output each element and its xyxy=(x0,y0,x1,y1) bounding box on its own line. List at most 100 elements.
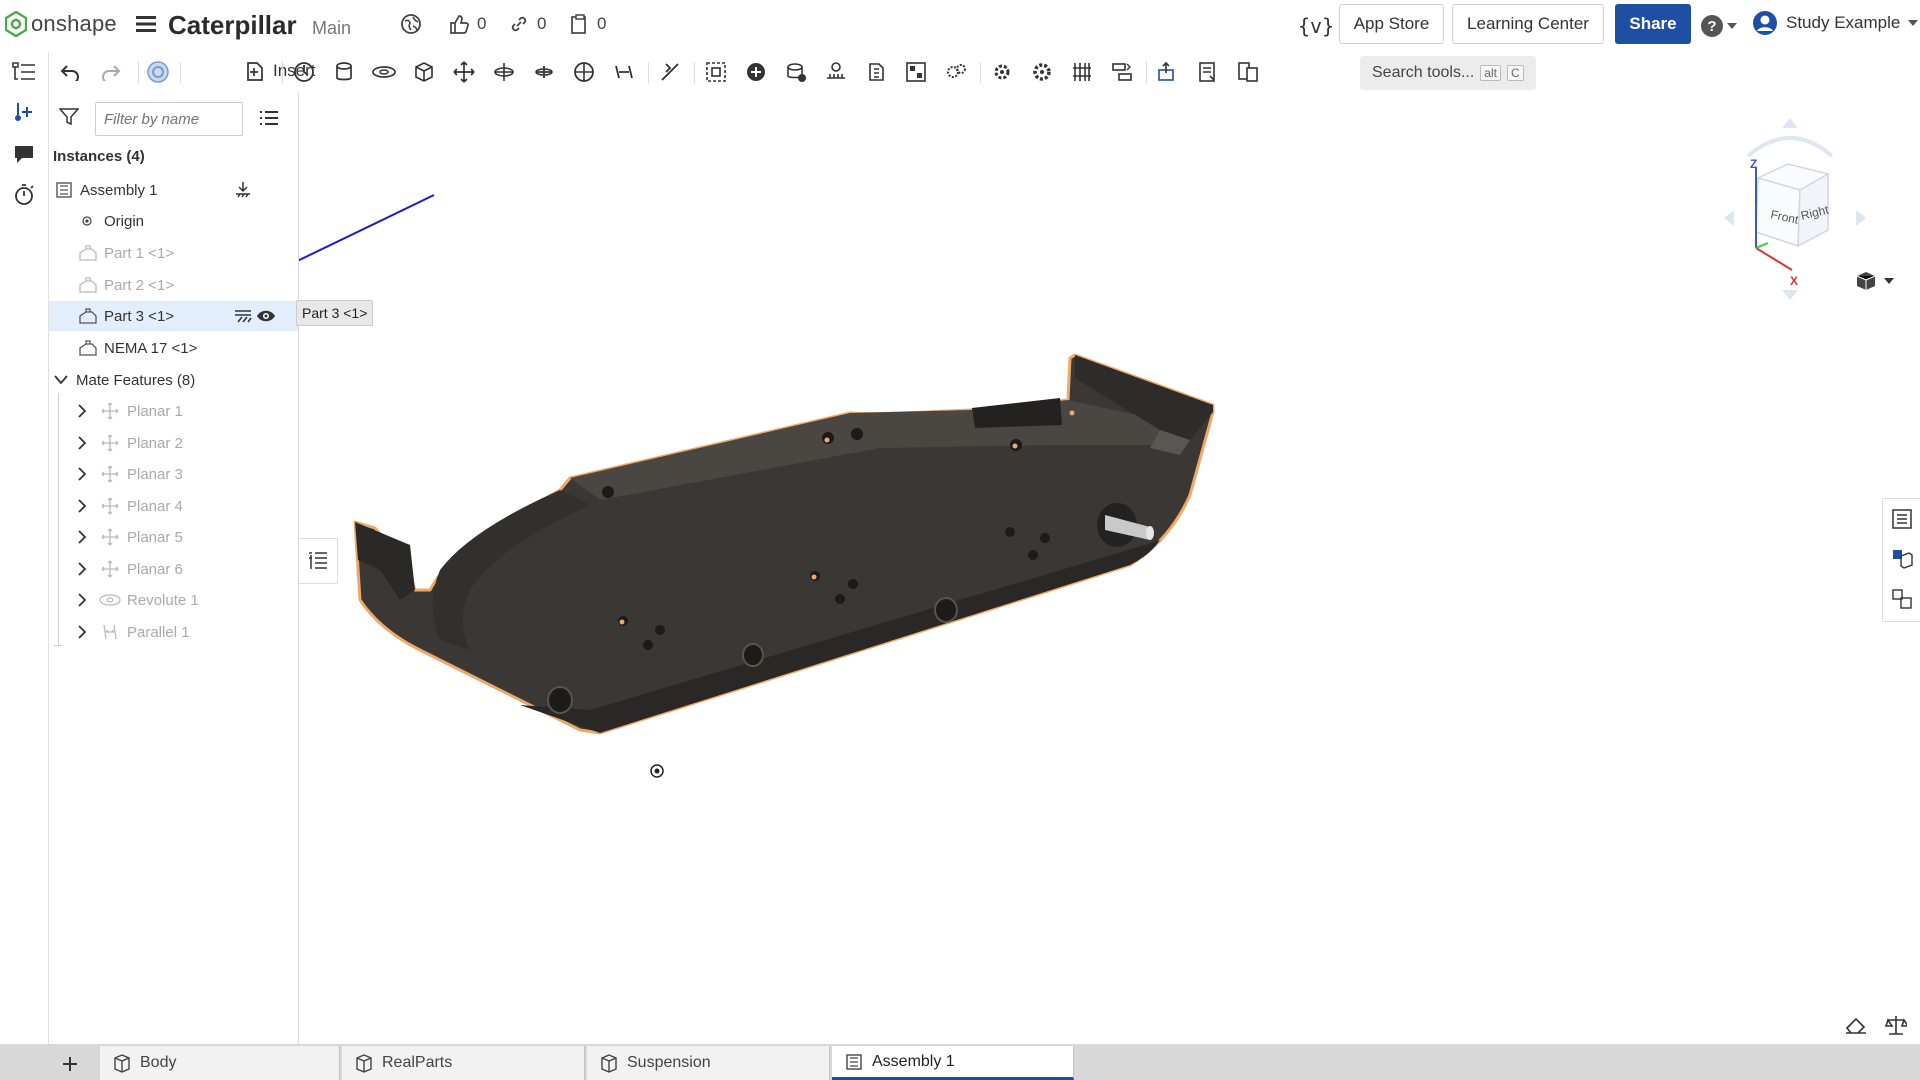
group-icon[interactable] xyxy=(700,56,732,88)
history-stopwatch-icon[interactable] xyxy=(10,180,38,208)
part-3d-model[interactable] xyxy=(299,92,1920,1044)
mate-row[interactable]: Planar 4 xyxy=(49,491,298,521)
instances-panel-icon[interactable] xyxy=(10,98,38,126)
tab-realparts[interactable]: RealParts xyxy=(342,1046,585,1080)
undo-icon[interactable] xyxy=(54,56,86,88)
chevron-right-icon[interactable] xyxy=(77,436,87,450)
list-view-icon[interactable] xyxy=(259,110,279,126)
view-cube-arrow-left-icon[interactable] xyxy=(1724,210,1734,226)
search-tools-button[interactable]: Search tools... alt C xyxy=(1360,56,1536,90)
assembly-row[interactable]: Assembly 1 xyxy=(49,175,298,205)
cylindrical-mate-icon[interactable] xyxy=(488,56,520,88)
appearance-panel-icon[interactable] xyxy=(1890,547,1914,571)
copies[interactable]: 0 xyxy=(568,13,606,35)
chevron-right-icon[interactable] xyxy=(77,625,87,639)
hamburger-menu-icon[interactable] xyxy=(136,15,156,33)
chevron-right-icon[interactable] xyxy=(77,593,87,607)
add-tab-button[interactable] xyxy=(54,1050,86,1078)
mate-row[interactable]: Planar 2 xyxy=(49,428,298,458)
balance-scale-icon[interactable] xyxy=(1885,1014,1907,1036)
mate-row[interactable]: Planar 3 xyxy=(49,459,298,489)
bill-of-materials-icon[interactable] xyxy=(1232,56,1264,88)
tab-body[interactable]: Body xyxy=(100,1046,340,1080)
slider-mate-icon[interactable] xyxy=(408,56,440,88)
render-mode-icon[interactable] xyxy=(142,56,174,88)
onshape-logo[interactable]: onshape xyxy=(5,11,117,37)
revolute-mate-icon[interactable] xyxy=(368,56,400,88)
app-store-button[interactable]: App Store xyxy=(1339,4,1444,44)
likes[interactable]: 0 xyxy=(448,13,486,35)
filter-icon[interactable] xyxy=(59,108,79,126)
gear-icon[interactable] xyxy=(940,56,972,88)
view-cube-arrow-down-icon[interactable] xyxy=(1782,290,1798,300)
pin-slot-mate-icon[interactable] xyxy=(528,56,560,88)
tab-assembly-1[interactable]: Assembly 1 xyxy=(832,1046,1074,1080)
chevron-right-icon[interactable] xyxy=(77,467,87,481)
variables-icon[interactable]: {v} xyxy=(1298,14,1334,38)
help-menu[interactable]: ? xyxy=(1700,14,1737,38)
visibility-eye-icon[interactable] xyxy=(256,309,276,323)
mate-connector-icon[interactable] xyxy=(288,56,320,88)
document-title[interactable]: Caterpillar xyxy=(168,10,297,41)
instance-row-part-2[interactable]: Part 2 <1> xyxy=(49,270,298,300)
copies-count: 0 xyxy=(597,14,607,33)
filter-input[interactable] xyxy=(95,102,243,136)
parallel-mate-icon[interactable] xyxy=(608,56,640,88)
instance-row-part-1[interactable]: Part 1 <1> xyxy=(49,238,298,268)
eraser-icon[interactable] xyxy=(1844,1015,1868,1035)
tangent-mate-icon[interactable] xyxy=(654,56,686,88)
mate-values-panel-icon[interactable] xyxy=(1890,587,1914,611)
view-cube-arrow-up-icon[interactable] xyxy=(1782,118,1798,128)
graphics-viewport[interactable]: Front Right Z X xyxy=(299,92,1920,1044)
chevron-right-icon[interactable] xyxy=(77,562,87,576)
collapse-panel-button[interactable] xyxy=(299,538,338,584)
instance-row-part-3[interactable]: Part 3 <1> xyxy=(49,301,298,331)
mate-row[interactable]: Parallel 1 xyxy=(49,617,298,647)
learning-center-button[interactable]: Learning Center xyxy=(1452,4,1604,44)
globe-icon[interactable] xyxy=(400,13,422,35)
mate-features-folder[interactable]: Mate Features (8) xyxy=(49,365,298,395)
chevron-right-icon[interactable] xyxy=(77,530,87,544)
toolbar-divider xyxy=(282,62,283,84)
share-button[interactable]: Share xyxy=(1615,4,1691,44)
user-menu[interactable]: Study Example xyxy=(1752,10,1919,36)
outline-list-icon xyxy=(309,552,327,569)
view-cube[interactable]: Front Right Z X xyxy=(1720,108,1870,308)
insert-into-assembly-icon[interactable] xyxy=(234,181,252,199)
comments-icon[interactable] xyxy=(10,140,38,168)
mate-row[interactable]: Revolute 1 xyxy=(49,585,298,615)
view-mode-menu[interactable] xyxy=(1854,269,1894,293)
chevron-down-icon[interactable] xyxy=(54,375,68,385)
properties-panel-icon[interactable] xyxy=(1890,507,1914,531)
view-cube-arrow-right-icon[interactable] xyxy=(1856,210,1866,226)
screw-relation-icon[interactable] xyxy=(860,56,892,88)
view-cube-rotate-arc[interactable] xyxy=(1746,136,1834,158)
mate-row[interactable]: Planar 6 xyxy=(49,554,298,584)
origin-row[interactable]: Origin xyxy=(49,206,298,236)
chevron-right-icon[interactable] xyxy=(77,404,87,418)
planar-mate-icon[interactable] xyxy=(448,56,480,88)
links[interactable]: 0 xyxy=(508,13,546,35)
feature-list-icon[interactable] xyxy=(10,58,38,86)
right-side-panel xyxy=(1882,498,1920,622)
settings-icon[interactable] xyxy=(986,56,1018,88)
gear-pattern-icon[interactable] xyxy=(1026,56,1058,88)
redo-icon[interactable] xyxy=(95,56,127,88)
instance-row-nema-17[interactable]: NEMA 17 <1> xyxy=(49,333,298,363)
replicate-icon[interactable] xyxy=(1066,56,1098,88)
section-view-icon[interactable] xyxy=(1152,56,1184,88)
gear-relation-icon[interactable] xyxy=(780,56,812,88)
branch-name[interactable]: Main xyxy=(312,18,351,39)
ball-mate-icon[interactable] xyxy=(568,56,600,88)
hatch-icon[interactable] xyxy=(234,309,252,323)
linear-relation-icon[interactable] xyxy=(900,56,932,88)
tab-suspension[interactable]: Suspension xyxy=(587,1046,830,1080)
mate-row[interactable]: Planar 1 xyxy=(49,396,298,426)
fastened-mate-icon[interactable] xyxy=(328,56,360,88)
explode-icon[interactable] xyxy=(1106,56,1138,88)
measure-icon[interactable] xyxy=(1192,56,1224,88)
mate-row[interactable]: Planar 5 xyxy=(49,522,298,552)
chevron-right-icon[interactable] xyxy=(77,499,87,513)
rack-pinion-icon[interactable] xyxy=(820,56,852,88)
mate-relation-icon[interactable] xyxy=(740,56,772,88)
